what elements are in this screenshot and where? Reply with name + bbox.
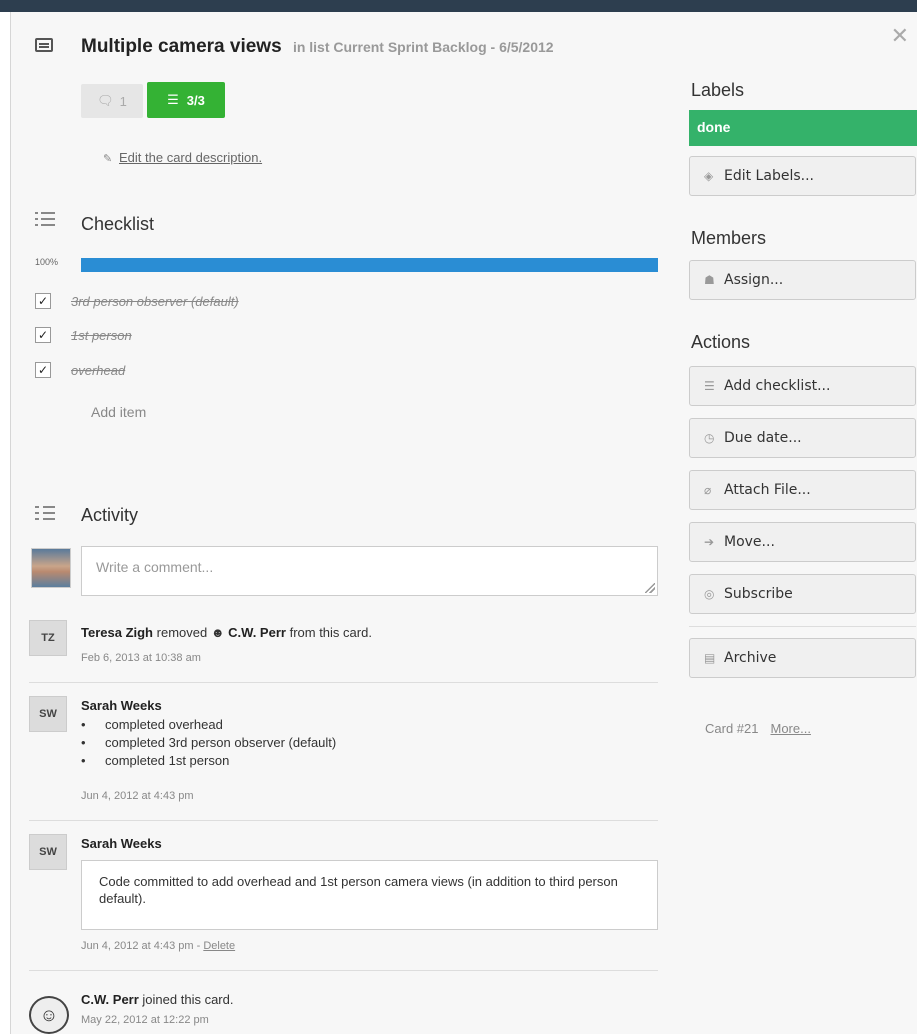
checklist-section-icon <box>35 210 57 228</box>
archive-button[interactable]: ▤ Archive <box>689 638 916 678</box>
avatar[interactable]: TZ <box>29 620 67 656</box>
divider <box>29 970 658 971</box>
activity-entry-text: Teresa Zigh removed ☻ C.W. Perr from thi… <box>81 625 372 640</box>
edit-description-link[interactable]: ✎ Edit the card description. <box>103 150 262 165</box>
person-icon: ☗ <box>704 273 715 287</box>
activity-user[interactable]: Sarah Weeks <box>81 836 162 851</box>
edit-description-text: Edit the card description. <box>119 150 263 165</box>
comment-icon: 🗨 <box>97 93 114 108</box>
move-button[interactable]: ➔ Move... <box>689 522 916 562</box>
activity-section-icon <box>35 504 57 522</box>
checkbox[interactable]: ✓ <box>35 362 51 378</box>
comment-placeholder: Write a comment... <box>96 559 214 575</box>
card-icon <box>35 38 53 52</box>
checklist-percent: 100% <box>35 257 59 267</box>
current-user-avatar <box>31 548 71 588</box>
eye-icon: ◎ <box>704 587 715 601</box>
more-link[interactable]: More... <box>770 721 810 736</box>
close-icon[interactable]: ✕ <box>891 24 909 49</box>
pencil-icon: ✎ <box>103 153 113 165</box>
due-date-button[interactable]: ◷ Due date... <box>689 418 916 458</box>
divider <box>29 820 658 821</box>
archive-icon: ▤ <box>704 651 716 665</box>
add-item-button[interactable]: Add item <box>91 404 146 420</box>
member-icon: ☻ <box>210 625 225 640</box>
card-title-text: Multiple camera views <box>81 36 282 57</box>
subscribe-button[interactable]: ◎ Subscribe <box>689 574 916 614</box>
list-item: completed overhead <box>81 717 336 735</box>
activity-target[interactable]: C.W. Perr <box>228 625 286 640</box>
clock-icon: ◷ <box>704 431 715 445</box>
label-done[interactable]: done <box>689 110 917 146</box>
resize-grip-icon[interactable] <box>645 583 655 593</box>
activity-entry-text: Sarah Weeks <box>81 836 162 851</box>
card-title: Multiple camera views in list Current Sp… <box>81 36 554 58</box>
checklist-item[interactable]: ✓ overhead <box>35 357 125 383</box>
card-window: ✕ Multiple camera views in list Current … <box>10 12 917 1034</box>
activity-time: May 22, 2012 at 12:22 pm <box>81 1014 209 1026</box>
activity-heading: Activity <box>81 505 139 525</box>
add-checklist-button[interactable]: ☰ Add checklist... <box>689 366 916 406</box>
checklist-progress-bar <box>81 258 658 272</box>
checklist-icon: ☰ <box>704 379 715 393</box>
comments-badge: 🗨 1 <box>81 84 143 118</box>
activity-entry-text: C.W. Perr joined this card. <box>81 992 234 1007</box>
avatar[interactable]: ☺ <box>29 996 69 1034</box>
checklist-item-text[interactable]: overhead <box>71 363 125 378</box>
checklist-progress-fill <box>81 258 658 272</box>
paperclip-icon: ⌀ <box>704 483 712 497</box>
comment-card: Code committed to add overhead and 1st p… <box>81 860 658 930</box>
checklist-item[interactable]: ✓ 3rd person observer (default) <box>35 288 239 314</box>
activity-time: Feb 6, 2013 at 10:38 am <box>81 652 201 664</box>
activity-entry-text: Sarah Weeks <box>81 698 162 713</box>
list-item: completed 1st person <box>81 753 336 771</box>
checklist-item-text[interactable]: 1st person <box>71 328 132 343</box>
comment-input[interactable]: Write a comment... <box>81 546 658 596</box>
activity-time: Jun 4, 2012 at 4:43 pm <box>81 790 194 802</box>
tag-icon: ◈ <box>704 169 714 183</box>
activity-user[interactable]: Sarah Weeks <box>81 698 162 713</box>
comments-count: 1 <box>119 93 127 109</box>
actions-heading: Actions <box>691 332 751 352</box>
top-bar <box>0 0 917 12</box>
avatar[interactable]: SW <box>29 834 67 870</box>
card-list-info[interactable]: in list Current Sprint Backlog - 6/5/201… <box>293 39 554 55</box>
attach-file-button[interactable]: ⌀ Attach File... <box>689 470 916 510</box>
labels-heading: Labels <box>691 80 745 100</box>
checklist-badge: ☰ 3/3 <box>147 82 225 118</box>
checkbox[interactable]: ✓ <box>35 293 51 309</box>
checklist-item-text[interactable]: 3rd person observer (default) <box>71 294 239 309</box>
members-heading: Members <box>691 228 767 248</box>
checklist-heading: Checklist <box>81 214 155 234</box>
checklist-icon: ☰ <box>167 92 179 107</box>
delete-link[interactable]: Delete <box>203 940 235 952</box>
arrow-right-icon: ➔ <box>704 535 715 549</box>
avatar[interactable]: SW <box>29 696 67 732</box>
activity-user[interactable]: Teresa Zigh <box>81 625 153 640</box>
activity-user[interactable]: C.W. Perr <box>81 992 139 1007</box>
edit-labels-button[interactable]: ◈ Edit Labels... <box>689 156 916 196</box>
activity-bullets: completed overhead completed 3rd person … <box>81 717 336 771</box>
assign-button[interactable]: ☗ Assign... <box>689 260 916 300</box>
divider <box>689 626 916 627</box>
activity-time: Jun 4, 2012 at 4:43 pm - Delete <box>81 940 236 952</box>
card-number: Card #21 More... <box>705 721 811 736</box>
checkbox[interactable]: ✓ <box>35 327 51 343</box>
checklist-count: 3/3 <box>186 92 205 108</box>
checklist-item[interactable]: ✓ 1st person <box>35 322 132 348</box>
list-item: completed 3rd person observer (default) <box>81 735 336 753</box>
divider <box>29 682 658 683</box>
